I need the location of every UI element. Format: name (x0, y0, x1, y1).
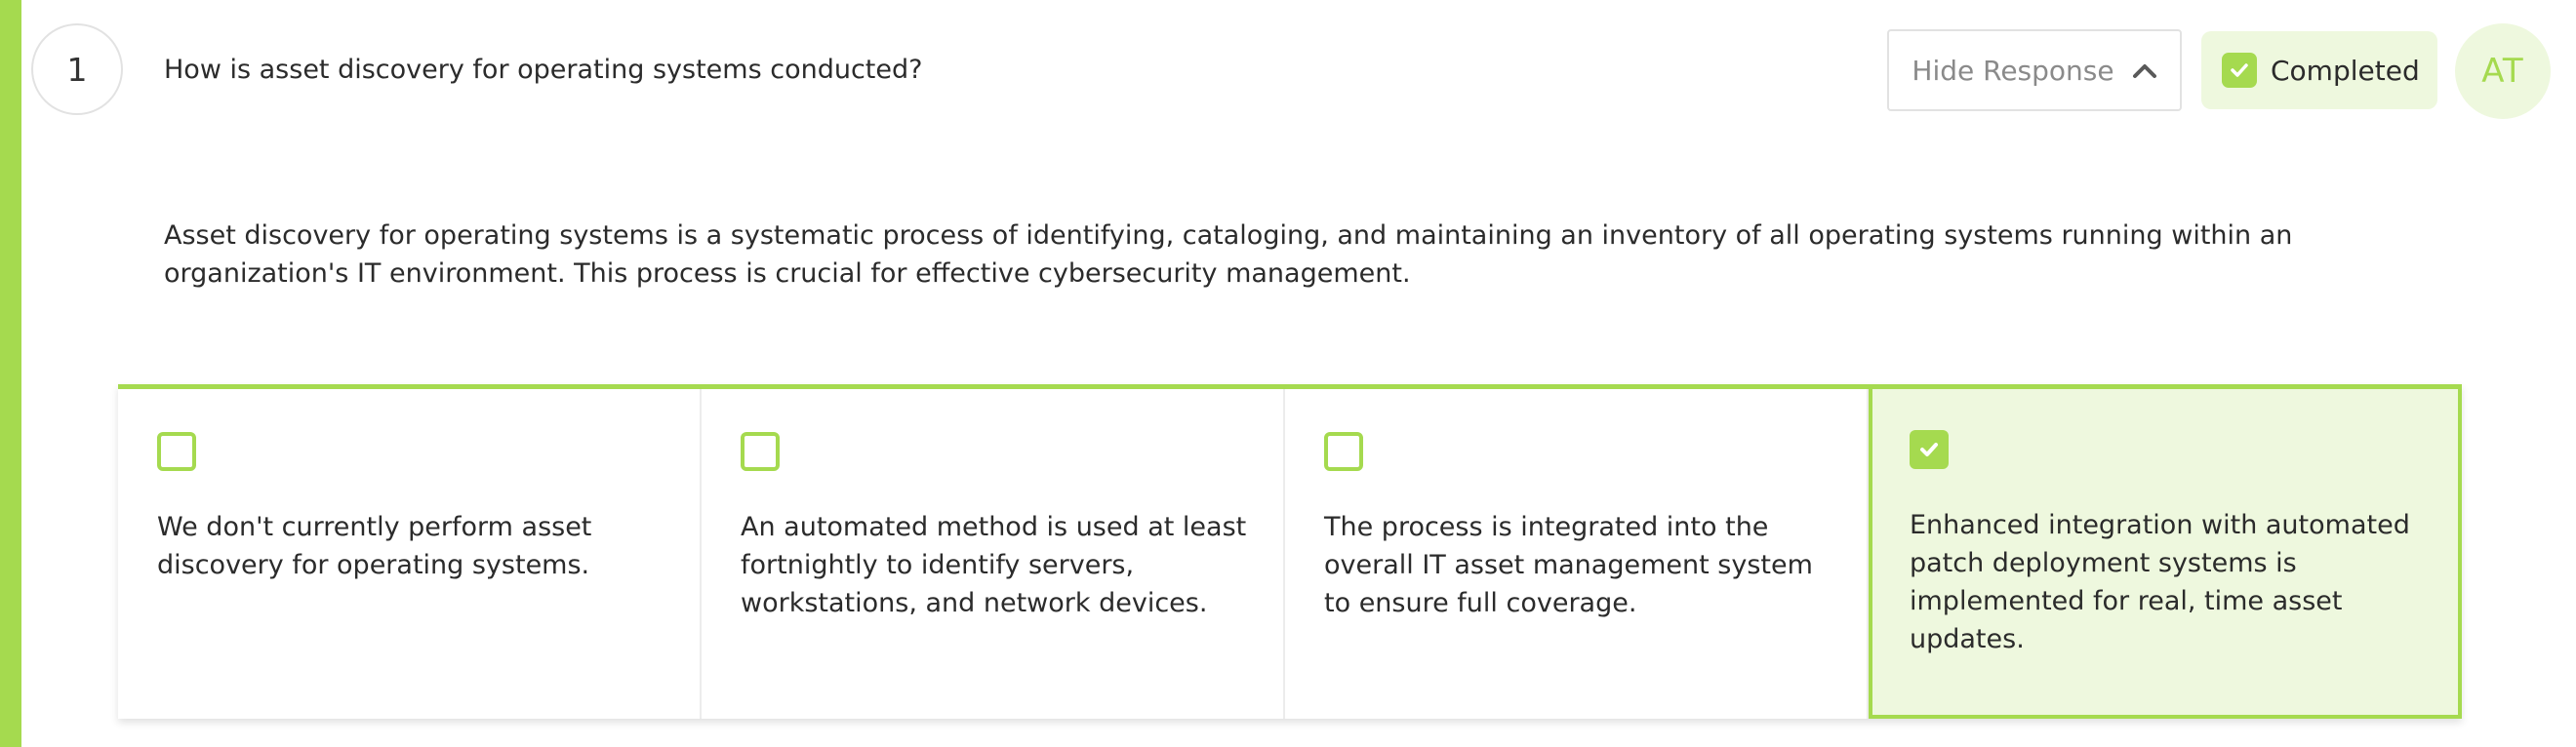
option-checkbox[interactable] (1324, 432, 1363, 471)
question-number: 1 (66, 50, 88, 89)
question-accent-bar (0, 0, 21, 747)
checkmark-icon (1920, 443, 1938, 456)
answer-option[interactable]: An automated method is used at least for… (702, 389, 1285, 719)
option-label: An automated method is used at least for… (741, 512, 1247, 618)
question-title: How is asset discovery for operating sys… (164, 55, 923, 85)
hide-response-button[interactable]: Hide Response (1887, 29, 2182, 111)
status-badge: Completed (2201, 31, 2437, 109)
answer-option[interactable]: The process is integrated into the overa… (1285, 389, 1869, 719)
chevron-up-icon (2132, 60, 2157, 80)
option-checkbox[interactable] (741, 432, 780, 471)
answer-options: We don't currently perform asset discove… (118, 384, 2462, 719)
option-checkbox[interactable] (157, 432, 196, 471)
avatar-initials: AT (2481, 52, 2524, 91)
answer-option-selected[interactable]: Enhanced integration with automated patc… (1869, 389, 2462, 719)
question-number-badge: 1 (31, 23, 123, 115)
question-description: Asset discovery for operating systems is… (164, 220, 2293, 289)
avatar[interactable]: AT (2455, 23, 2551, 119)
status-label: Completed (2271, 54, 2420, 87)
option-label: Enhanced integration with automated patc… (1910, 510, 2410, 654)
option-checkbox-checked[interactable] (1910, 430, 1949, 469)
hide-response-label: Hide Response (1912, 54, 2114, 87)
checkmark-icon (2222, 53, 2257, 88)
option-label: We don't currently perform asset discove… (157, 512, 592, 580)
option-label: The process is integrated into the overa… (1324, 512, 1813, 618)
answer-option[interactable]: We don't currently perform asset discove… (118, 389, 702, 719)
